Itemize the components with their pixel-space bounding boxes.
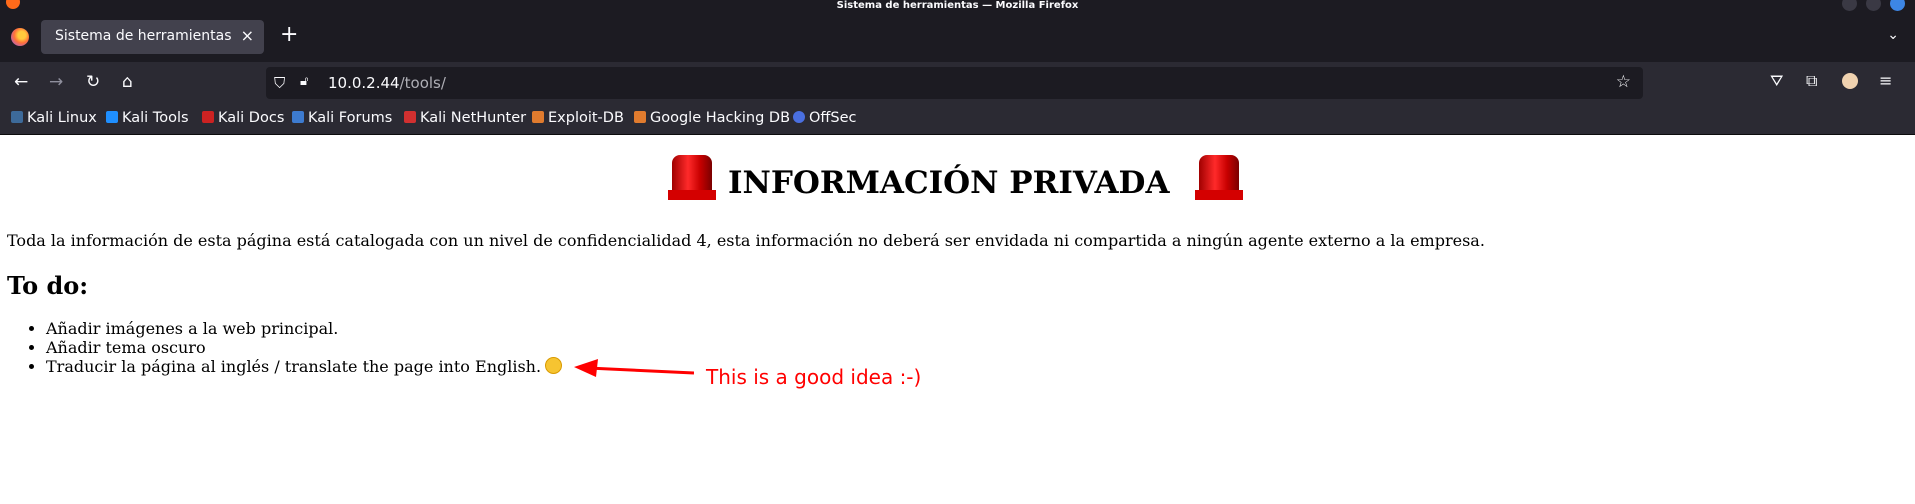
url-path: /tools/ (399, 74, 446, 92)
todo-list: Añadir imágenes a la web principal. Añad… (0, 319, 563, 376)
siren-left-icon (668, 155, 716, 200)
bookmark-label: Kali NetHunter (420, 110, 527, 126)
kali-docs-icon (202, 111, 214, 123)
kali-forums-icon (292, 111, 304, 123)
red-arrow-icon (574, 359, 694, 377)
hamburger-menu-icon[interactable]: ≡ (1879, 71, 1892, 90)
bookmark-exploit-db[interactable]: Exploit-DB (532, 110, 624, 126)
page-heading: INFORMACIÓN PRIVADA (668, 155, 1243, 203)
list-item: Añadir imágenes a la web principal. (46, 319, 562, 338)
bookmark-kali-forums[interactable]: Kali Forums (292, 110, 392, 126)
offsec-icon (793, 111, 805, 123)
bookmark-label: Google Hacking DB (650, 110, 791, 126)
address-bar[interactable]: ⛉ 🔓︎ 10.0.2.44/tools/ ☆ (266, 67, 1643, 99)
task-text: Añadir tema oscuro (46, 338, 206, 357)
list-item: Añadir tema oscuro (46, 338, 562, 357)
kali-tools-icon (106, 111, 118, 123)
task-text: Añadir imágenes a la web principal. (46, 319, 339, 338)
extensions-icon[interactable]: ⧉ (1806, 71, 1817, 91)
page-content: INFORMACIÓN PRIVADA Toda la información … (0, 135, 1915, 504)
tab-bar: Sistema de herramientas × + ⌄ (0, 11, 1915, 62)
account-avatar-icon[interactable] (1842, 73, 1858, 89)
bookmarks-toolbar: Kali Linux Kali Tools Kali Docs Kali For… (0, 104, 1915, 135)
close-tab-icon[interactable]: × (241, 26, 254, 45)
new-tab-button[interactable]: + (280, 24, 298, 46)
kali-nethunter-icon (404, 111, 416, 123)
exploit-db-icon (532, 111, 544, 123)
bookmark-google-hacking-db[interactable]: Google Hacking DB (634, 110, 790, 126)
siren-right-icon (1195, 155, 1243, 200)
window-title: Sistema de herramientas — Mozilla Firefo… (836, 0, 1079, 11)
minimize-button[interactable] (1842, 0, 1857, 11)
maximize-button[interactable] (1866, 0, 1881, 11)
confidentiality-notice: Toda la información de esta página está … (7, 231, 1485, 250)
task-text: Traducir la página al inglés / translate… (46, 357, 542, 376)
bookmark-kali-linux[interactable]: Kali Linux (11, 110, 97, 126)
bookmark-star-icon[interactable]: ☆ (1616, 72, 1631, 92)
url-text[interactable]: 10.0.2.44/tools/ (328, 74, 446, 92)
kali-linux-icon (11, 111, 23, 123)
bookmark-kali-docs[interactable]: Kali Docs (202, 110, 284, 126)
page-title: INFORMACIÓN PRIVADA (728, 165, 1170, 201)
reload-icon[interactable]: ↻ (86, 72, 100, 92)
insecure-lock-icon[interactable]: 🔓︎ (300, 74, 308, 89)
annotation-text: This is a good idea :-) (706, 365, 922, 389)
pocket-icon[interactable]: ⛛ (1770, 71, 1783, 91)
bookmark-label: Kali Tools (122, 110, 189, 126)
url-host: 10.0.2.44 (328, 74, 400, 92)
close-window-button[interactable] (1890, 0, 1905, 11)
bookmark-offsec[interactable]: OffSec (793, 110, 857, 126)
bookmark-label: Kali Docs (218, 110, 285, 126)
bookmark-label: Kali Forums (308, 110, 393, 126)
bookmark-label: OffSec (809, 110, 857, 126)
winking-face-icon (545, 357, 563, 374)
firefox-icon (6, 0, 20, 9)
bookmark-kali-tools[interactable]: Kali Tools (106, 110, 189, 126)
window-titlebar: Sistema de herramientas — Mozilla Firefo… (0, 0, 1915, 11)
home-icon[interactable]: ⌂ (122, 72, 133, 92)
google-hacking-db-icon (634, 111, 646, 123)
bookmark-label: Kali Linux (27, 110, 97, 126)
tab-label: Sistema de herramientas (55, 28, 232, 44)
list-item: Traducir la página al inglés / translate… (46, 357, 563, 376)
forward-arrow-icon: → (49, 72, 64, 92)
firefox-view-icon[interactable] (11, 28, 29, 46)
list-all-tabs-chevron-icon[interactable]: ⌄ (1887, 27, 1899, 43)
bookmark-kali-nethunter[interactable]: Kali NetHunter (404, 110, 526, 126)
tab-sistema-de-herramientas[interactable]: Sistema de herramientas × (41, 20, 264, 54)
tracking-protection-shield-icon[interactable]: ⛉ (274, 74, 285, 92)
back-arrow-icon[interactable]: ← (14, 72, 28, 92)
navigation-toolbar: ← → ↻ ⌂ ⛉ 🔓︎ 10.0.2.44/tools/ ☆ ⛛ ⧉ ≡ (0, 62, 1915, 104)
bookmark-label: Exploit-DB (548, 110, 624, 126)
todo-heading: To do: (7, 271, 89, 300)
